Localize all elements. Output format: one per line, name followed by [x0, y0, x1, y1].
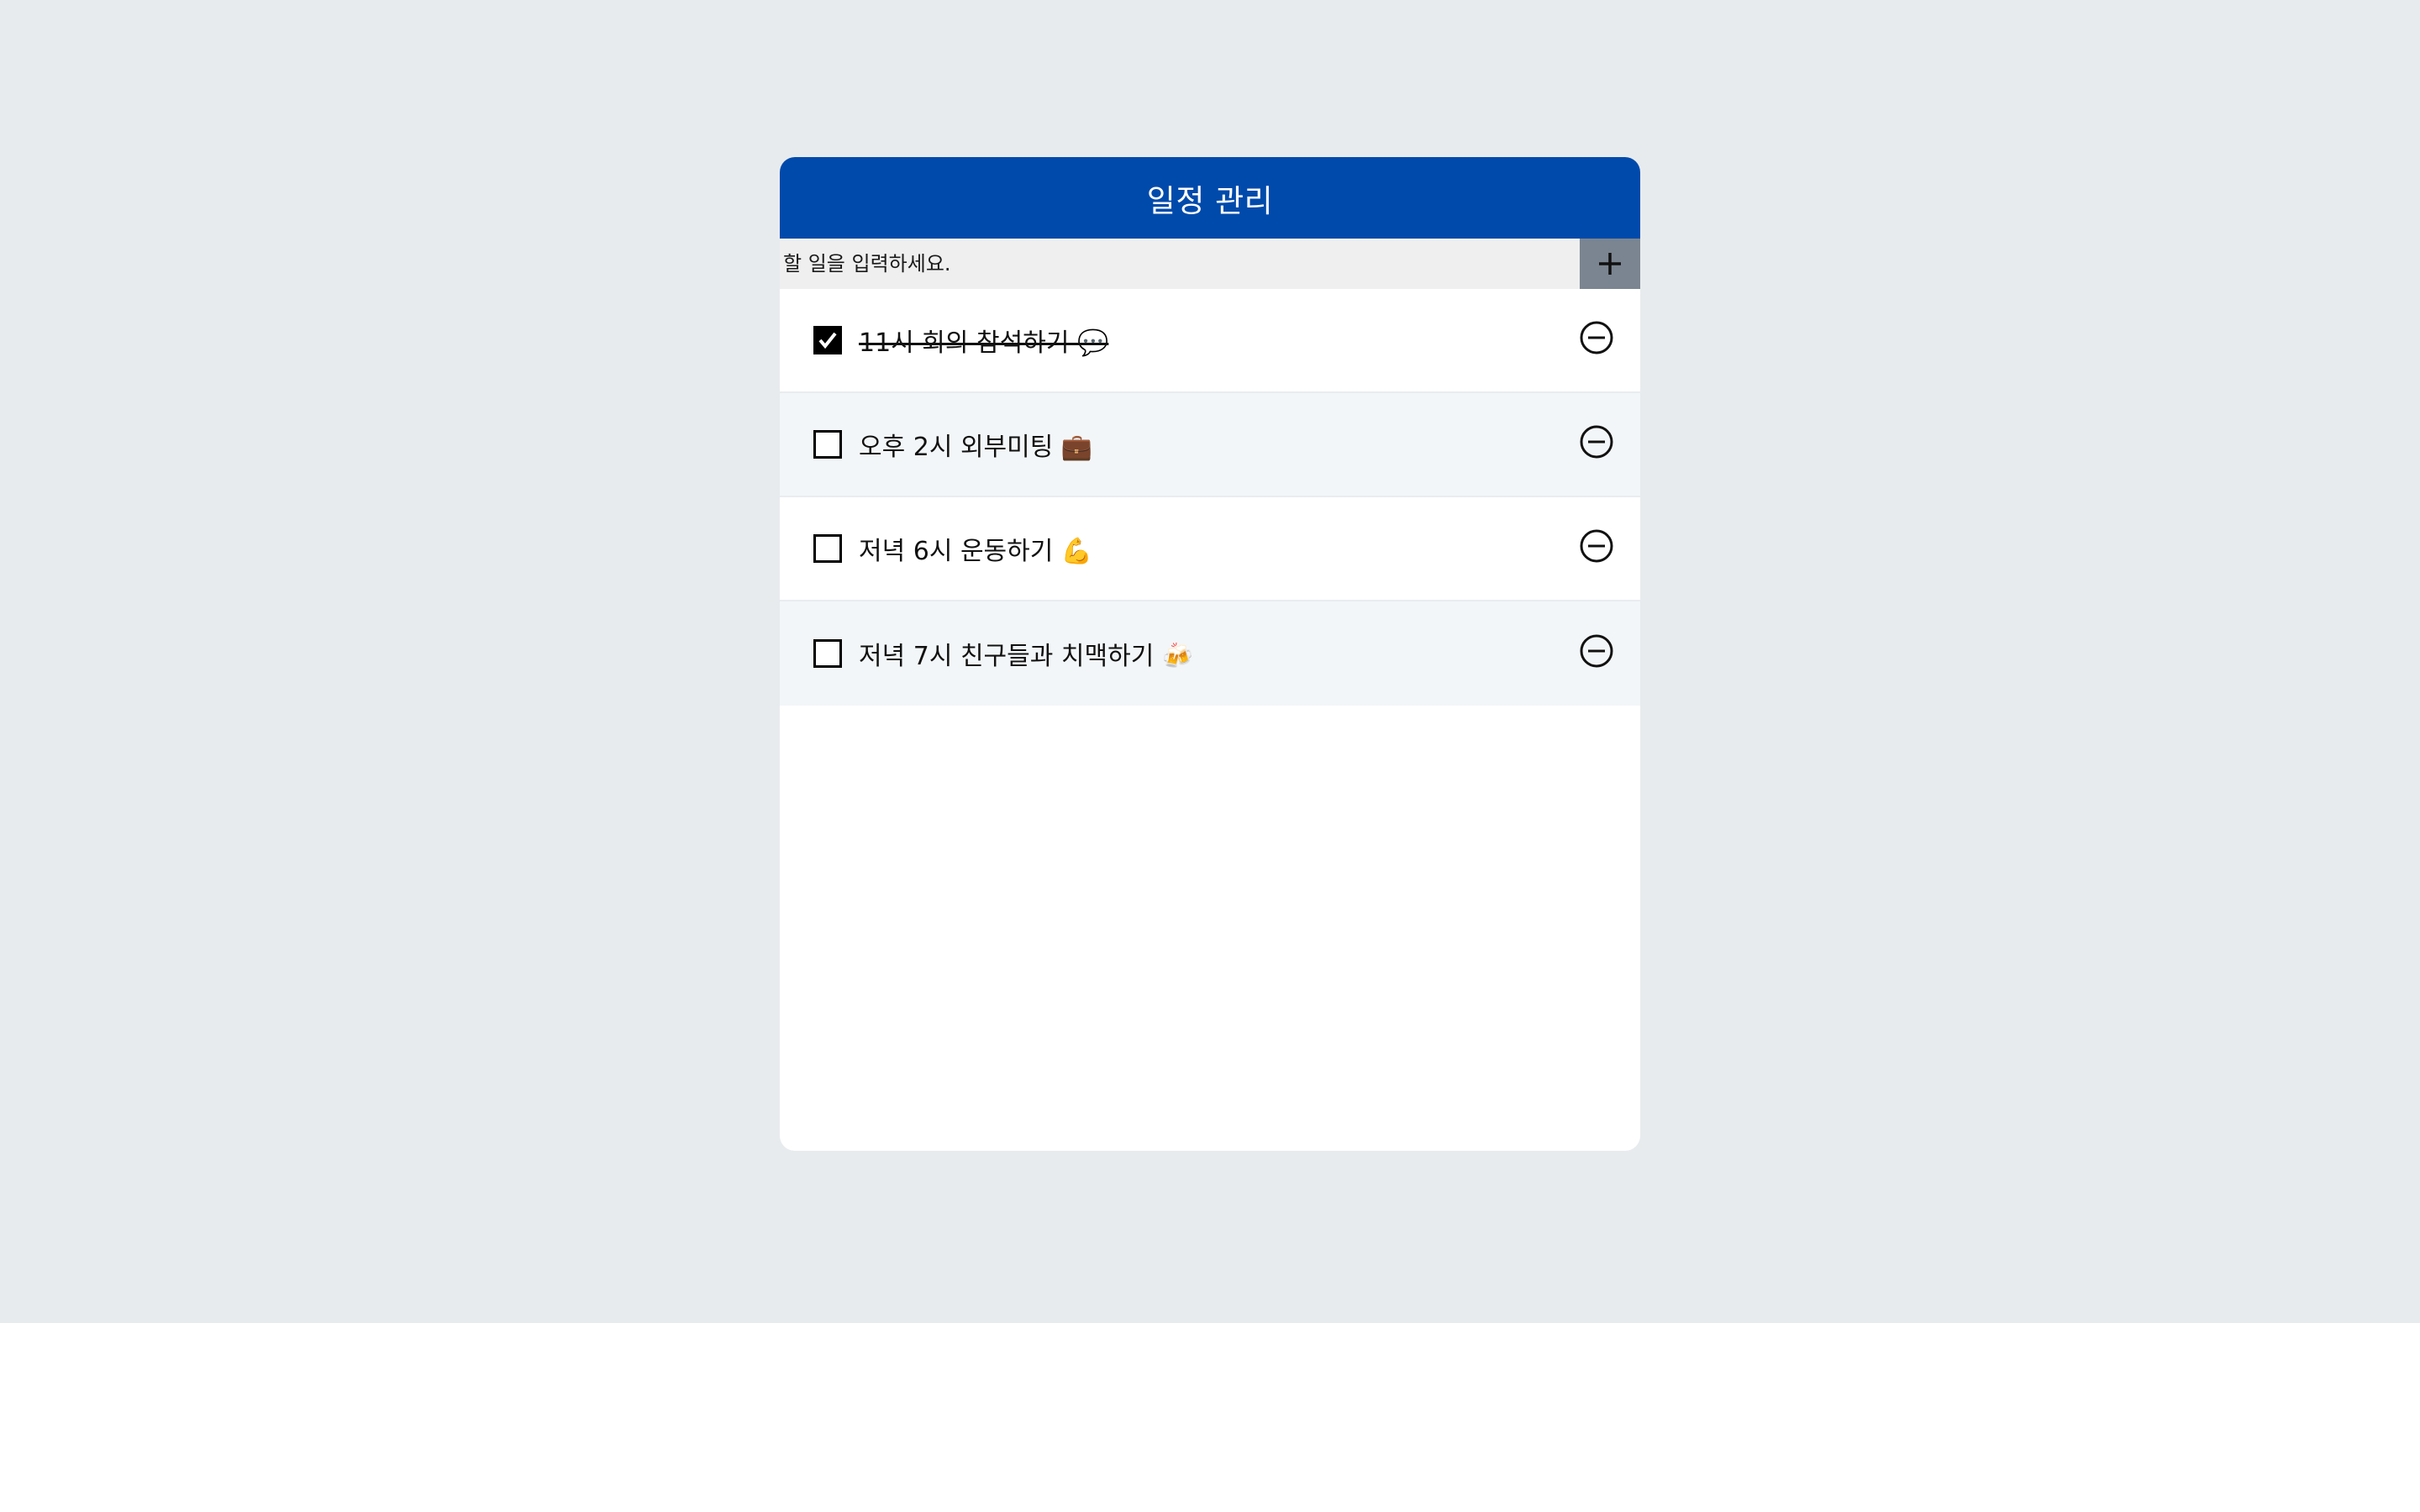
- checkbox-unchecked[interactable]: [813, 430, 842, 459]
- todo-text: 저녁 6시 운동하기 💪: [859, 537, 1093, 566]
- todo-list: 11시 회의 참석하기 💬 오후 2시 외부미팅 💼 저녁 6시 운동하기 💪: [780, 289, 1640, 706]
- app-title: 일정 관리: [1146, 182, 1274, 219]
- todo-template-card: 일정 관리 11시 회의 참석하기 💬: [780, 157, 1640, 1151]
- remove-button[interactable]: [1578, 423, 1615, 460]
- todo-item: 저녁 7시 친구들과 치맥하기 🍻: [780, 601, 1640, 706]
- checkbox-unchecked[interactable]: [813, 534, 842, 563]
- todo-input[interactable]: [780, 239, 1580, 289]
- todo-item: 오후 2시 외부미팅 💼: [780, 393, 1640, 497]
- todo-text: 오후 2시 외부미팅 💼: [859, 433, 1093, 462]
- plus-icon: [1599, 253, 1621, 275]
- minus-circle-icon: [1580, 321, 1613, 354]
- todo-insert-form: [780, 239, 1640, 289]
- todo-item: 11시 회의 참석하기 💬: [780, 289, 1640, 393]
- minus-circle-icon: [1580, 529, 1613, 563]
- add-todo-button[interactable]: [1580, 239, 1640, 289]
- remove-button[interactable]: [1578, 319, 1615, 356]
- remove-button[interactable]: [1578, 633, 1615, 669]
- remove-button[interactable]: [1578, 528, 1615, 564]
- todo-item: 저녁 6시 운동하기 💪: [780, 497, 1640, 601]
- minus-circle-icon: [1580, 425, 1613, 459]
- minus-circle-icon: [1580, 634, 1613, 668]
- todo-text: 저녁 7시 친구들과 치맥하기 🍻: [859, 642, 1194, 671]
- checkbox-checked[interactable]: [813, 326, 842, 354]
- checkbox-unchecked[interactable]: [813, 639, 842, 668]
- checkmark-icon: [818, 332, 837, 349]
- todo-text: 11시 회의 참석하기 💬: [859, 328, 1109, 358]
- card-header: 일정 관리: [780, 157, 1640, 239]
